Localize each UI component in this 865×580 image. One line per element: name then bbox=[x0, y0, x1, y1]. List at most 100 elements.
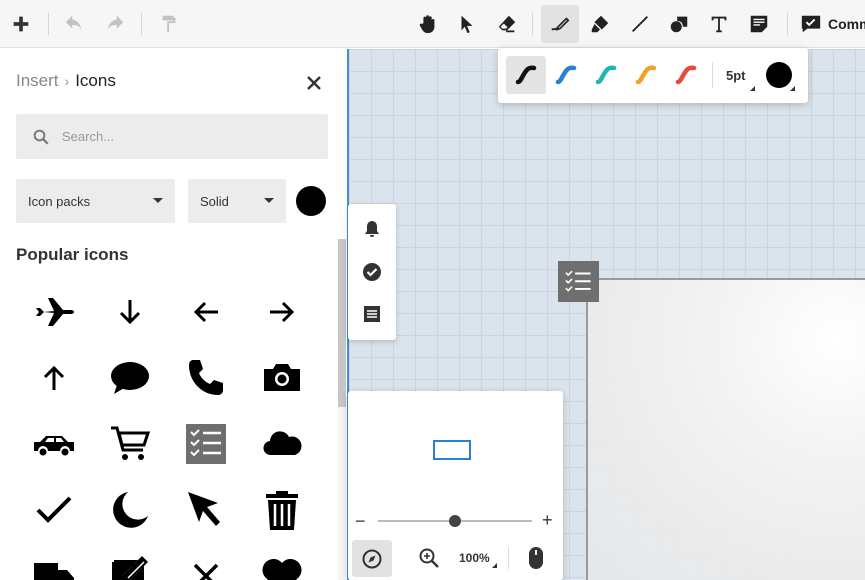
icon-arrow-left-tile[interactable] bbox=[168, 281, 244, 343]
icon-shopping-cart-tile[interactable] bbox=[92, 413, 168, 475]
close-x-icon bbox=[193, 563, 219, 580]
edit-note-icon bbox=[112, 556, 148, 580]
icon-truck-tile[interactable] bbox=[16, 545, 92, 580]
pen-color-blue-option[interactable] bbox=[546, 56, 586, 94]
truck-icon bbox=[34, 563, 74, 580]
icon-cloud-tile[interactable] bbox=[244, 413, 320, 475]
zoom-out-button[interactable]: − bbox=[355, 511, 366, 532]
checkmark-icon bbox=[36, 496, 72, 523]
icon-moon-tile[interactable] bbox=[92, 479, 168, 541]
shopping-cart-icon bbox=[111, 426, 151, 460]
format-painter-button[interactable] bbox=[150, 5, 188, 43]
icon-airplane-tile[interactable] bbox=[16, 281, 92, 343]
caret-down-icon bbox=[153, 198, 163, 203]
caret-down-icon bbox=[264, 198, 274, 203]
viewport-indicator[interactable] bbox=[433, 440, 471, 460]
eraser-icon bbox=[498, 15, 516, 33]
add-button[interactable] bbox=[2, 5, 40, 43]
icon-checkmark-tile[interactable] bbox=[16, 479, 92, 541]
icon-arrow-down-tile[interactable] bbox=[92, 281, 168, 343]
breadcrumb-insert[interactable]: Insert bbox=[16, 71, 59, 91]
text-icon bbox=[711, 16, 727, 33]
pen-color-red-option[interactable] bbox=[666, 56, 706, 94]
hand-icon bbox=[419, 15, 435, 34]
icon-heart-tile[interactable] bbox=[244, 545, 320, 580]
corner-caret-icon bbox=[492, 563, 497, 568]
toolbar-divider bbox=[141, 13, 142, 35]
panel-scrollbar-thumb[interactable] bbox=[338, 239, 346, 407]
icon-speech-bubble-tile[interactable] bbox=[92, 347, 168, 409]
corner-caret-icon bbox=[750, 86, 755, 91]
select-tool-button[interactable] bbox=[448, 5, 486, 43]
pen-tool-button[interactable] bbox=[541, 5, 579, 43]
zoom-level-label[interactable]: 100% bbox=[459, 551, 490, 565]
toolbar-divider bbox=[48, 13, 49, 35]
navigator-toggle-button[interactable] bbox=[352, 540, 392, 577]
pen-custom-color-button[interactable] bbox=[766, 62, 792, 88]
icon-edit-note-tile[interactable] bbox=[92, 545, 168, 580]
comments-button[interactable]: Comm bbox=[800, 12, 865, 36]
icon-cursor-arrow-tile[interactable] bbox=[168, 479, 244, 541]
highlighter-tool-button[interactable] bbox=[581, 5, 619, 43]
line-tool-button[interactable] bbox=[621, 5, 659, 43]
sticky-note-icon bbox=[750, 15, 768, 33]
plus-icon bbox=[13, 16, 29, 32]
icon-close-x-tile[interactable] bbox=[168, 545, 244, 580]
text-tool-button[interactable] bbox=[700, 5, 738, 43]
corner-caret-icon bbox=[790, 86, 795, 91]
pan-tool-button[interactable] bbox=[409, 5, 447, 43]
canvas-checklist-element[interactable] bbox=[558, 261, 599, 302]
pen-stroke-icon bbox=[595, 65, 617, 85]
notifications-button[interactable] bbox=[360, 217, 384, 241]
pointer-icon bbox=[461, 15, 473, 34]
highlighter-icon bbox=[591, 15, 609, 33]
pen-color-teal-option[interactable] bbox=[586, 56, 626, 94]
mouse-icon[interactable] bbox=[526, 545, 546, 571]
icon-trash-tile[interactable] bbox=[244, 479, 320, 541]
speech-bubble-icon bbox=[111, 362, 149, 394]
icon-pack-dropdown[interactable]: Icon packs bbox=[16, 179, 175, 223]
line-icon bbox=[632, 16, 648, 32]
icon-car-tile[interactable] bbox=[16, 413, 92, 475]
close-panel-button[interactable] bbox=[302, 71, 326, 95]
icon-arrow-up-tile[interactable] bbox=[16, 347, 92, 409]
search-input[interactable] bbox=[62, 129, 312, 144]
close-icon bbox=[307, 76, 321, 90]
undo-button[interactable] bbox=[56, 5, 94, 43]
icon-camera-tile[interactable] bbox=[244, 347, 320, 409]
pen-color-black-option[interactable] bbox=[506, 56, 546, 94]
sticky-note-tool-button[interactable] bbox=[740, 5, 778, 43]
zoom-slider-knob[interactable] bbox=[449, 515, 461, 527]
redo-button[interactable] bbox=[95, 5, 133, 43]
icon-arrow-right-tile[interactable] bbox=[244, 281, 320, 343]
toolbar-divider bbox=[532, 13, 533, 35]
insert-icons-panel: Insert › Icons Icon packs Solid Popular … bbox=[0, 49, 347, 580]
cursor-arrow-icon bbox=[188, 492, 220, 526]
navigator-divider bbox=[508, 547, 509, 569]
icon-checklist-tile[interactable] bbox=[168, 413, 244, 475]
navigator-footer: 100% bbox=[348, 537, 563, 580]
pen-stroke-icon bbox=[635, 65, 657, 85]
check-circle-icon bbox=[363, 263, 381, 281]
canvas-selected-shape[interactable] bbox=[586, 278, 865, 580]
zoom-icon[interactable] bbox=[418, 547, 440, 569]
icon-style-dropdown[interactable]: Solid bbox=[188, 179, 286, 223]
comment-check-icon bbox=[801, 15, 821, 33]
chevron-right-icon: › bbox=[64, 73, 70, 89]
icon-color-swatch[interactable] bbox=[296, 186, 326, 216]
pen-size-button[interactable]: 5pt bbox=[726, 68, 746, 83]
notes-list-button[interactable] bbox=[360, 302, 384, 326]
icon-phone-tile[interactable] bbox=[168, 347, 244, 409]
tasks-button[interactable] bbox=[360, 260, 384, 284]
list-icon bbox=[364, 306, 380, 322]
camera-icon bbox=[264, 364, 300, 391]
navigator-panel: − + 100% bbox=[348, 391, 563, 580]
zoom-in-button[interactable]: + bbox=[542, 510, 553, 531]
eraser-tool-button[interactable] bbox=[488, 5, 526, 43]
pen-color-orange-option[interactable] bbox=[626, 56, 666, 94]
pen-stroke-icon bbox=[675, 65, 697, 85]
heart-icon bbox=[262, 559, 302, 580]
paint-roller-icon bbox=[162, 15, 176, 33]
icon-search-box[interactable] bbox=[16, 114, 328, 159]
shapes-tool-button[interactable] bbox=[660, 5, 698, 43]
